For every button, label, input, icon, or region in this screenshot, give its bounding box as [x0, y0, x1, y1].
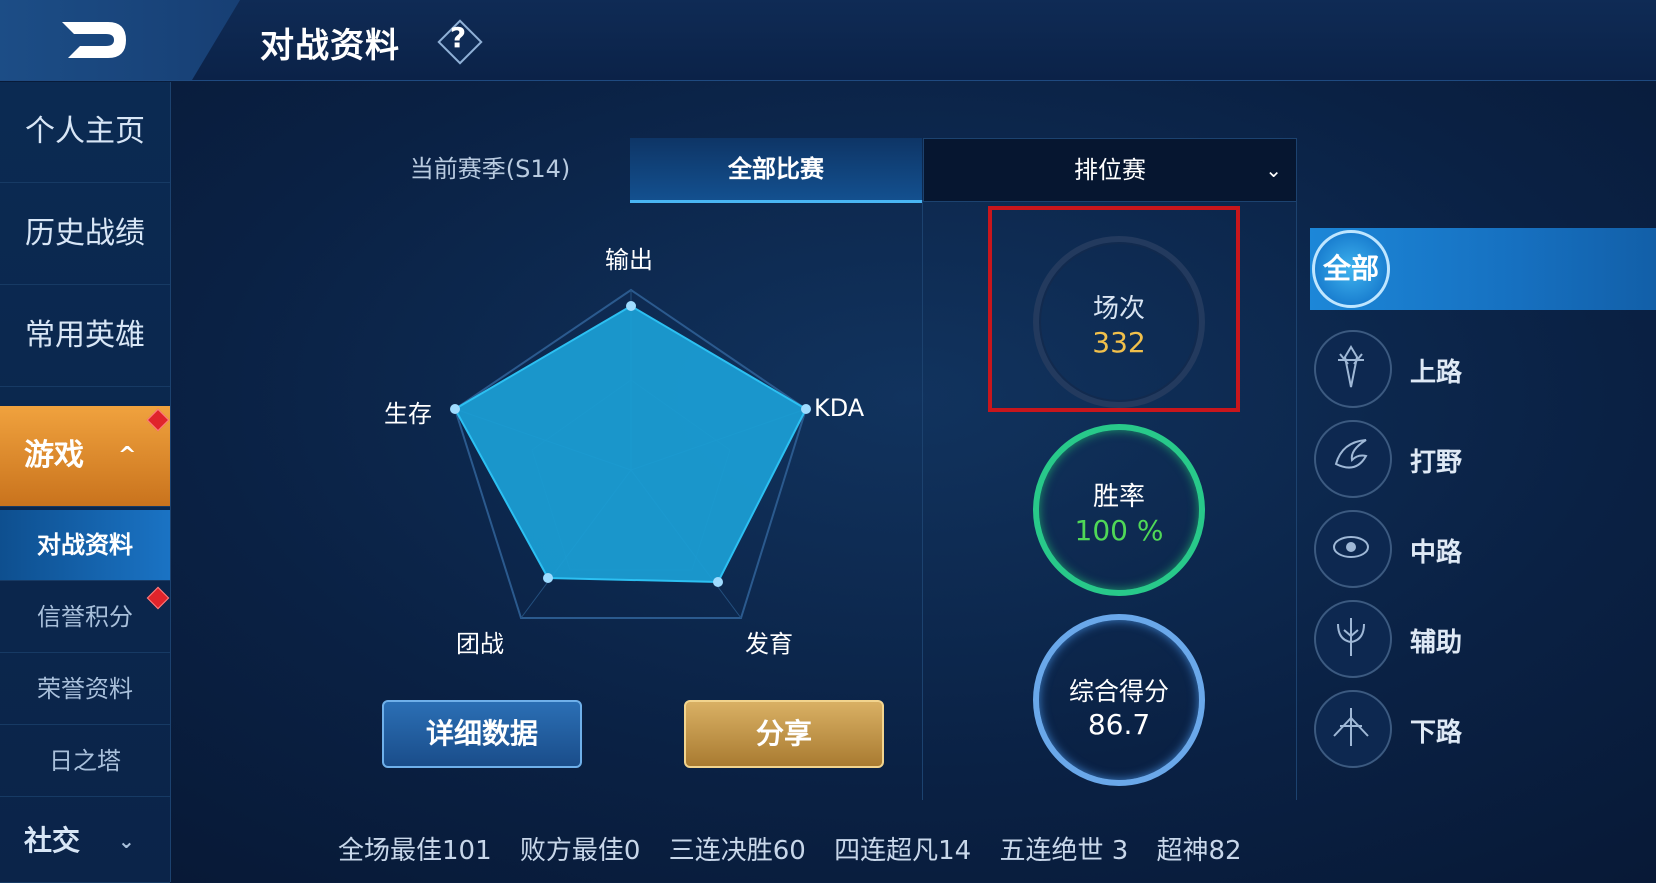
share-button[interactable]: 分享	[684, 700, 884, 768]
sidebar-subitem-credit[interactable]: 信誉积分	[0, 582, 170, 653]
divider	[1296, 200, 1297, 800]
radar-label-kda: KDA	[814, 394, 865, 422]
role-label-jungle[interactable]: 打野	[1410, 442, 1462, 479]
sidebar-item-history[interactable]: 历史战绩	[0, 184, 170, 285]
chevron-down-icon: ⌄	[118, 829, 135, 853]
radar-label-survival: 生存	[384, 400, 432, 428]
winrate-value: 100 %	[1074, 514, 1164, 547]
winrate-stat: 胜率 100 %	[1033, 424, 1205, 596]
radar-chart	[450, 288, 811, 619]
sidebar-item-game[interactable]: 游戏 ^	[0, 406, 170, 507]
score-label: 综合得分	[1068, 677, 1169, 706]
radar-point-survival	[450, 404, 460, 414]
support-icon[interactable]	[1314, 600, 1392, 678]
sidebar-subitem-battle-data[interactable]: 对战资料	[0, 510, 170, 581]
radar-label-teamfight: 团战	[456, 630, 504, 658]
help-icon[interactable]: ?	[437, 19, 483, 65]
tab-all-matches[interactable]: 全部比赛	[630, 138, 922, 203]
sidebar-item-game-label: 游戏	[24, 438, 84, 473]
divider	[922, 200, 923, 800]
back-arrow-icon	[62, 22, 126, 58]
page-title: 对战资料	[260, 26, 400, 66]
detail-data-button[interactable]: 详细数据	[382, 700, 582, 768]
winrate-label: 胜率	[1092, 482, 1145, 512]
highlight-box	[988, 206, 1240, 412]
tab-current-season[interactable]: 当前赛季(S14)	[350, 138, 630, 200]
radar-point-output	[626, 301, 636, 311]
radar-point-teamfight	[543, 573, 553, 583]
sidebar-item-profile[interactable]: 个人主页	[0, 82, 170, 183]
chevron-up-icon: ^	[118, 443, 137, 468]
radar-point-growth	[713, 577, 723, 587]
chevron-down-icon: ⌄	[1265, 158, 1282, 182]
header-bar: 对战资料 ?	[0, 0, 1656, 81]
role-all-icon[interactable]: 全部	[1312, 230, 1390, 308]
score-stat: 综合得分 86.7	[1033, 614, 1205, 786]
sidebar-subitem-honor[interactable]: 荣誉资料	[0, 654, 170, 725]
radar-point-kda	[801, 404, 811, 414]
sidebar-item-social[interactable]: 社交 ⌄	[0, 800, 170, 883]
role-label-support[interactable]: 辅助	[1410, 622, 1462, 659]
match-type-dropdown[interactable]: 排位赛 ⌄	[923, 138, 1297, 202]
stat-quadra-kill: 四连超凡14	[834, 836, 972, 866]
stat-penta-kill: 五连绝世 3	[999, 836, 1129, 866]
radar-label-output: 输出	[605, 246, 653, 274]
stat-triple-kill: 三连决胜60	[668, 836, 806, 866]
sidebar: 个人主页 历史战绩 常用英雄 游戏 ^ 对战资料 信誉积分 荣誉资料 日之塔 社…	[0, 82, 171, 883]
back-button[interactable]	[0, 0, 240, 80]
role-label-bottom[interactable]: 下路	[1410, 712, 1462, 749]
stat-loser-mvp: 败方最佳0	[519, 836, 641, 866]
sidebar-item-social-label: 社交	[24, 824, 81, 857]
achievement-stats: 全场最佳101 败方最佳0 三连决胜60 四连超凡14 五连绝世 3 超神82	[338, 830, 1262, 867]
sidebar-item-heroes[interactable]: 常用英雄	[0, 286, 170, 387]
role-label-top[interactable]: 上路	[1410, 352, 1462, 389]
stat-mvp: 全场最佳101	[338, 836, 492, 866]
radar-label-growth: 发育	[745, 630, 793, 658]
top-lane-icon[interactable]	[1314, 330, 1392, 408]
bottom-lane-icon[interactable]	[1314, 690, 1392, 768]
jungle-icon[interactable]	[1314, 420, 1392, 498]
mid-lane-icon[interactable]	[1314, 510, 1392, 588]
sidebar-subitem-tower[interactable]: 日之塔	[0, 726, 170, 797]
stat-legendary: 超神82	[1156, 836, 1242, 866]
score-value: 86.7	[1087, 708, 1151, 741]
dropdown-value: 排位赛	[1074, 156, 1146, 184]
role-label-mid[interactable]: 中路	[1410, 532, 1462, 569]
radar-data-area	[453, 304, 808, 584]
